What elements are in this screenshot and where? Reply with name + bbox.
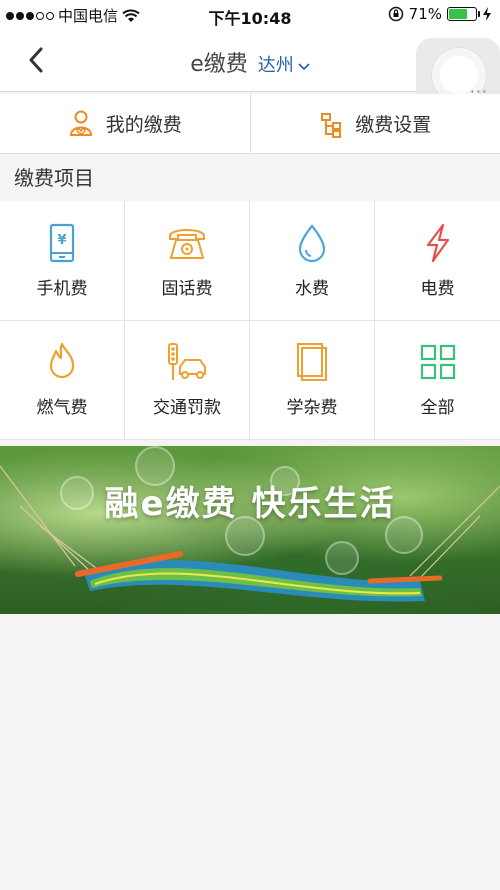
service-traffic-fine[interactable]: 交通罚款 — [125, 320, 250, 440]
charging-icon — [483, 7, 491, 21]
status-right: 71% — [388, 5, 492, 23]
my-payments-label: 我的缴费 — [105, 114, 182, 136]
promo-banner[interactable]: 融e缴费 快乐生活 — [0, 446, 500, 614]
rotation-lock-icon — [388, 6, 403, 22]
water-drop-icon — [298, 224, 326, 262]
service-label: 交通罚款 — [153, 398, 221, 419]
payment-settings-icon — [321, 112, 342, 138]
battery-percent: 71% — [408, 5, 442, 23]
grid-icon — [420, 345, 455, 380]
service-water-fee[interactable]: 水费 — [250, 201, 375, 321]
service-all[interactable]: 全部 — [375, 321, 500, 440]
status-bar: 中国电信 下午10:48 71% — [0, 0, 500, 28]
battery-icon — [447, 7, 480, 21]
section-title: 缴费项目 — [0, 155, 500, 201]
my-payments-icon — [69, 110, 92, 136]
service-label: 水费 — [295, 278, 329, 299]
book-icon — [297, 343, 327, 382]
service-electricity-fee[interactable]: 电费 — [375, 201, 500, 321]
chevron-down-icon — [298, 55, 310, 76]
mobile-phone-icon: ¥ — [49, 223, 75, 262]
landline-phone-icon — [169, 228, 205, 259]
svg-text:¥: ¥ — [57, 233, 66, 248]
payment-settings-button[interactable]: 缴费设置 — [251, 94, 500, 153]
top-actions: 我的缴费 缴费设置 — [0, 94, 500, 154]
service-label: 固话费 — [161, 278, 213, 299]
traffic-icon — [168, 343, 206, 381]
service-grid: ¥ 手机费 固话费 水费 电费 燃气费 交通罚款 学杂费 全部 — [0, 201, 500, 440]
service-label: 学杂费 — [286, 398, 338, 419]
flame-icon — [49, 343, 75, 379]
page-title: e缴费 — [190, 52, 248, 77]
hammock-illustration — [0, 465, 500, 602]
nav-bar: e缴费 达州 ··· — [0, 28, 500, 114]
service-label: 电费 — [420, 278, 455, 299]
service-label: 全部 — [420, 398, 455, 419]
city-label: 达州 — [257, 55, 294, 76]
my-payments-button[interactable]: 我的缴费 — [0, 94, 250, 153]
city-selector[interactable]: 达州 — [258, 55, 310, 76]
service-landline-fee[interactable]: 固话费 — [125, 201, 250, 321]
service-label: 手机费 — [36, 278, 88, 299]
lightning-icon — [426, 223, 449, 262]
service-gas-fee[interactable]: 燃气费 — [0, 320, 125, 440]
payment-settings-label: 缴费设置 — [355, 114, 432, 136]
service-mobile-fee[interactable]: ¥ 手机费 — [0, 201, 125, 321]
banner-slogan: 融e缴费 快乐生活 — [104, 484, 396, 524]
service-label: 燃气费 — [36, 398, 88, 419]
service-tuition-fee[interactable]: 学杂费 — [250, 320, 375, 440]
